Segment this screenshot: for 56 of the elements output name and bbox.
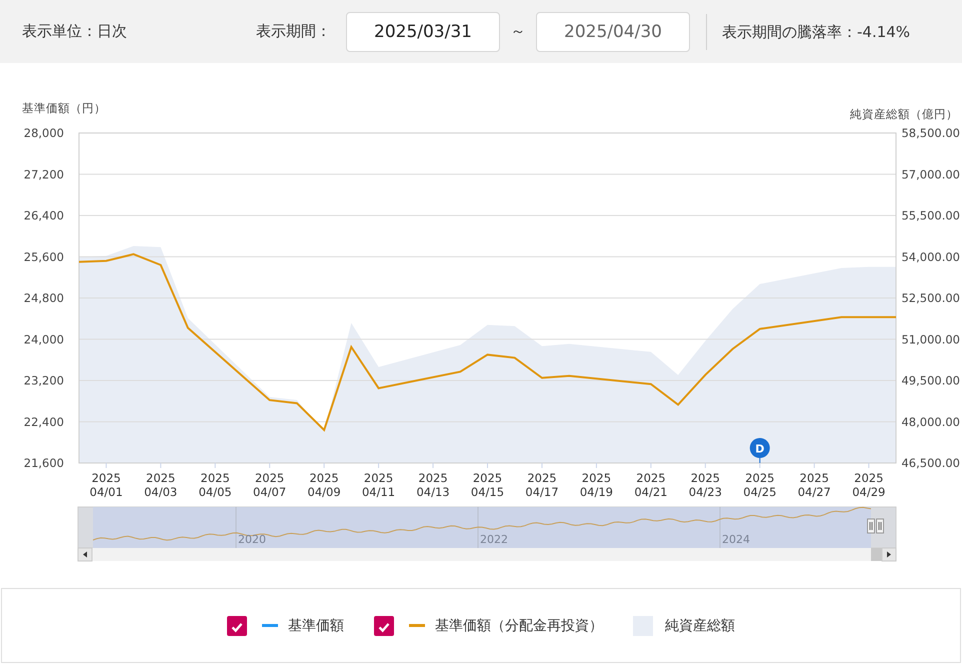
- y-axis-label: 57,000.00: [901, 167, 960, 182]
- y-axis-label: 52,500.00: [901, 291, 960, 305]
- x-axis-label: 2025 04/15: [470, 471, 504, 499]
- y-axis-label: 48,000.00: [901, 414, 960, 429]
- navigator-year-label: 2020: [238, 533, 266, 546]
- navigator-year-label: 2022: [480, 533, 508, 546]
- y-axis-label: 23,200: [24, 374, 64, 388]
- y-axis-label: 55,500.00: [901, 208, 960, 222]
- y-axis-label: 28,000: [24, 126, 64, 140]
- x-axis-label: 2025 04/03: [144, 471, 178, 499]
- legend-label: 基準価額（分配金再投資）: [435, 616, 603, 634]
- checkbox[interactable]: [227, 616, 247, 636]
- end-date-field[interactable]: 2025/04/30: [536, 12, 690, 52]
- x-axis-label: 2025 04/11: [362, 471, 396, 499]
- scroll-right-button[interactable]: [882, 548, 896, 562]
- navigator-year-label: 2024: [722, 533, 750, 546]
- right-axis-title: 純資産総額（億円）: [850, 107, 958, 121]
- y-axis-label: 21,600: [24, 456, 64, 470]
- y-axis-label: 24,000: [24, 332, 64, 346]
- range-separator: ～: [510, 22, 526, 41]
- y-axis-label: 54,000.00: [901, 250, 960, 264]
- x-axis-label: 2025 04/19: [580, 471, 613, 499]
- start-date-field[interactable]: 2025/03/31: [346, 12, 500, 52]
- y-axis-label: 26,400: [24, 208, 64, 222]
- y-axis-label: 51,000.00: [901, 332, 960, 346]
- scroll-left-button[interactable]: [78, 548, 92, 562]
- x-axis-label: 2025 04/21: [634, 471, 668, 499]
- x-axis-label: 2025 04/13: [416, 471, 450, 499]
- x-axis-label: 2025 04/23: [688, 471, 722, 499]
- flag-marker[interactable]: D: [750, 438, 770, 458]
- y-axis-label: 58,500.00: [901, 126, 960, 140]
- y-axis-label: 27,200: [24, 167, 64, 182]
- x-axis-label: 2025 04/29: [852, 471, 886, 499]
- change-rate-text: 表示期間の騰落率：-4.14%: [706, 14, 910, 50]
- x-axis-label: 2025 04/09: [308, 471, 341, 499]
- range-handle[interactable]: [876, 518, 884, 534]
- scrollbar-thumb[interactable]: [871, 548, 882, 561]
- checkbox[interactable]: [374, 616, 394, 636]
- y-axis-label: 22,400: [24, 414, 64, 429]
- period-label: 表示期間：: [256, 22, 331, 41]
- y-axis-label: 24,800: [24, 291, 64, 305]
- legend-label: 基準価額: [288, 616, 344, 634]
- y-axis-label: 49,500.00: [901, 374, 960, 388]
- x-axis-label: 2025 04/17: [525, 471, 559, 499]
- x-axis-label: 2025 04/25: [743, 471, 776, 499]
- display-unit-label: 表示単位：日次: [22, 22, 128, 41]
- x-axis-label: 2025 04/27: [798, 471, 831, 499]
- range-handle[interactable]: [867, 518, 875, 534]
- y-axis-label: 46,500.00: [901, 456, 960, 470]
- x-axis-label: 2025 04/01: [90, 471, 123, 499]
- legend-label: 純資産総額: [665, 616, 735, 634]
- left-axis-title: 基準価額（円）: [22, 101, 106, 115]
- x-axis-label: 2025 04/05: [198, 471, 232, 499]
- annotation: D: [755, 442, 764, 456]
- x-axis-label: 2025 04/07: [253, 471, 286, 499]
- y-axis-label: 25,600: [24, 250, 64, 264]
